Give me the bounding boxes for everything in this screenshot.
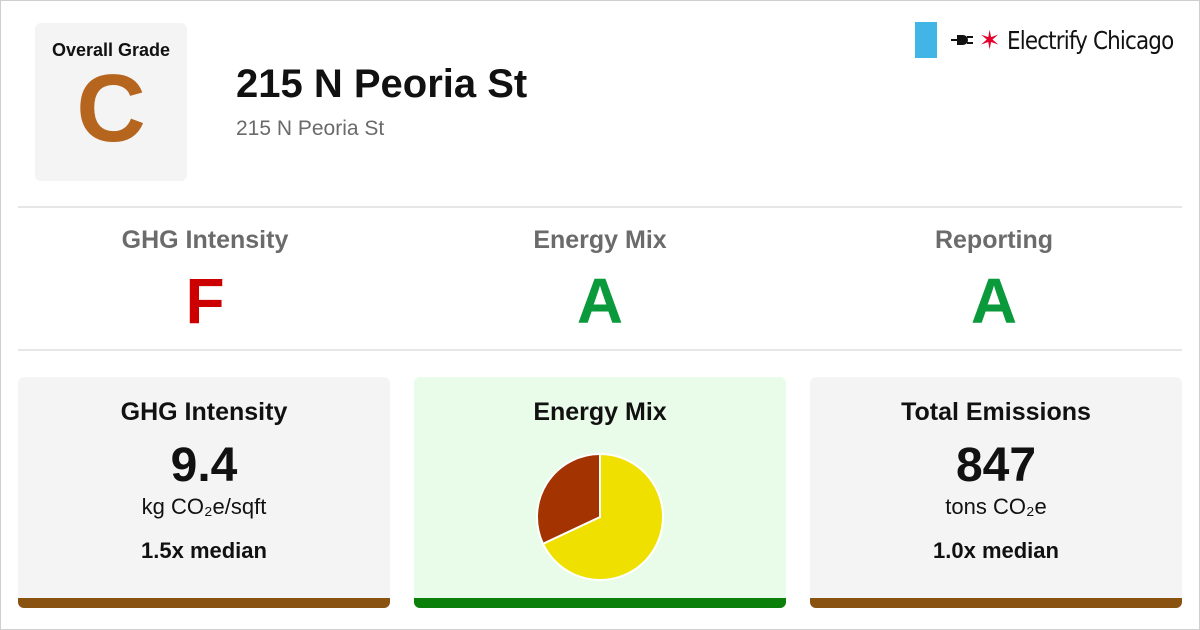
ghg-grade: GHG Intensity F bbox=[8, 226, 402, 333]
energy-mix-card: Energy Mix bbox=[414, 377, 786, 608]
ghg-grade-label: GHG Intensity bbox=[121, 226, 289, 254]
energy-mix-pie-chart bbox=[536, 452, 664, 581]
energy-card-accent-bar bbox=[414, 598, 786, 608]
emissions-value: 847 bbox=[955, 439, 1037, 492]
ghg-median: 1.5x median bbox=[141, 538, 267, 563]
chicago-star-icon: ✶ bbox=[978, 25, 1001, 55]
ghg-card-accent-bar bbox=[18, 598, 390, 608]
brand-name: Electrify Chicago bbox=[1006, 25, 1174, 55]
ghg-card-title: GHG Intensity bbox=[120, 398, 288, 426]
reporting-grade: Reporting A bbox=[797, 226, 1191, 333]
total-emissions-card: Total Emissions 847 tons CO₂e 1.0x media… bbox=[810, 377, 1182, 608]
ghg-grade-letter: F bbox=[185, 265, 225, 337]
building-address: 215 N Peoria St bbox=[236, 117, 385, 140]
energy-mix-grade-label: Energy Mix bbox=[533, 226, 667, 254]
ghg-value: 9.4 bbox=[170, 439, 238, 492]
emissions-median: 1.0x median bbox=[933, 538, 1059, 563]
building-name: 215 N Peoria St bbox=[236, 62, 528, 106]
emissions-card-title: Total Emissions bbox=[901, 398, 1091, 426]
reporting-grade-letter: A bbox=[970, 265, 1018, 337]
energy-mix-grade-letter: A bbox=[576, 265, 624, 337]
reporting-grade-label: Reporting bbox=[934, 226, 1054, 254]
energy-mix-card-title: Energy Mix bbox=[533, 398, 667, 426]
divider-top bbox=[18, 206, 1182, 208]
flag-stripe-icon bbox=[914, 22, 937, 58]
emissions-card-accent-bar bbox=[810, 598, 1182, 608]
energy-mix-grade: Energy Mix A bbox=[403, 226, 797, 333]
ghg-intensity-card: GHG Intensity 9.4 kg CO₂e/sqft 1.5x medi… bbox=[18, 377, 390, 608]
overall-grade-letter: C bbox=[76, 55, 146, 162]
plug-icon bbox=[950, 35, 973, 45]
brand-logo[interactable]: ✶ Electrify Chicago bbox=[914, 22, 1176, 58]
overall-grade-box: Overall Grade C bbox=[35, 23, 187, 181]
ghg-unit: kg CO₂e/sqft bbox=[141, 494, 267, 519]
emissions-unit: tons CO₂e bbox=[945, 494, 1047, 519]
divider-bottom bbox=[18, 349, 1182, 351]
